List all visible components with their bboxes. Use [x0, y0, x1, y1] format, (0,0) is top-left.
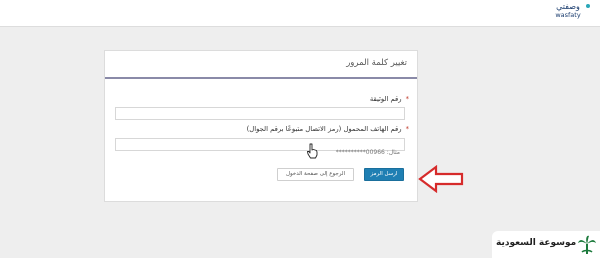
- logo-arabic-text: وصفتي: [556, 2, 580, 11]
- required-mark: *: [405, 125, 409, 133]
- watermark-text: موسوعة السعودية: [496, 238, 577, 248]
- mobile-label-text: رقم الهاتف المحمول (رمز الاتصال متبوعًا …: [246, 125, 402, 133]
- wasfaty-logo[interactable]: وصفتي wasfaty: [548, 2, 590, 24]
- mobile-field[interactable]: [115, 138, 405, 158]
- logo-mark-icon: [586, 4, 590, 8]
- page-title: تغيير كلمة المرور: [346, 58, 407, 68]
- palm-emblem-icon: [578, 235, 596, 254]
- card-header: تغيير كلمة المرور: [105, 51, 417, 79]
- hand-cursor-icon: [307, 143, 318, 159]
- document-number-label: *رقم الوثيقة: [370, 95, 409, 103]
- back-to-login-button[interactable]: الرجوع إلى صفحة الدخول: [277, 168, 354, 181]
- document-number-field[interactable]: [115, 107, 405, 127]
- top-bar: وصفتي wasfaty: [0, 0, 600, 27]
- mobile-input[interactable]: [116, 147, 404, 158]
- watermark-badge: موسوعة السعودية: [492, 231, 600, 258]
- required-mark: *: [405, 95, 409, 103]
- annotation-arrow-icon: [418, 165, 464, 193]
- send-code-button[interactable]: ارسل الرمز: [364, 168, 404, 181]
- logo-english-text: wasfaty: [555, 11, 581, 19]
- mobile-label: *رقم الهاتف المحمول (رمز الاتصال متبوعًا…: [247, 125, 409, 133]
- change-password-card: تغيير كلمة المرور *رقم الوثيقة *رقم الها…: [104, 50, 418, 202]
- document-number-label-text: رقم الوثيقة: [369, 95, 402, 103]
